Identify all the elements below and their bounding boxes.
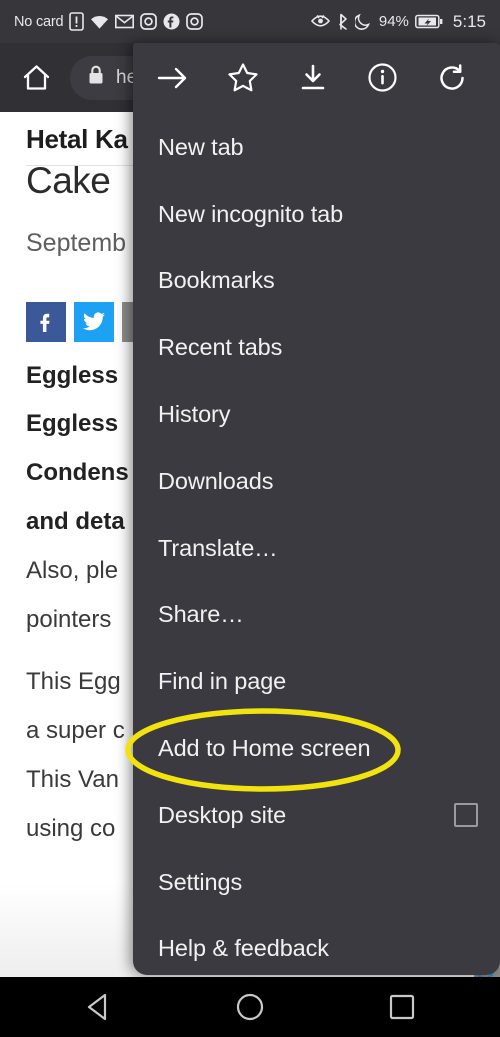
status-bar: No card 94% 5:15 (0, 0, 500, 43)
menu-item-new-incognito-tab[interactable]: New incognito tab (133, 181, 500, 248)
facebook-icon (163, 13, 180, 30)
reload-icon[interactable] (426, 52, 478, 104)
android-navigation-bar (0, 977, 500, 1037)
menu-item-list: New tab New incognito tab Bookmarks Rece… (133, 112, 500, 975)
clock-label: 5:15 (452, 11, 486, 31)
menu-item-desktop-site[interactable]: Desktop site (133, 782, 500, 849)
email-icon (115, 14, 135, 29)
back-triangle-icon (87, 993, 107, 1021)
status-bar-left: No card (14, 12, 204, 31)
android-back-button[interactable] (62, 977, 134, 1037)
menu-item-label: Add to Home screen (158, 735, 371, 762)
forward-icon[interactable] (147, 52, 199, 104)
status-bar-right: 94% 5:15 (310, 12, 486, 32)
home-circle-icon (236, 993, 264, 1021)
eye-comfort-icon (310, 14, 331, 29)
sim-alert-icon (69, 12, 85, 31)
instagram-icon (186, 13, 204, 30)
facebook-share-button[interactable] (26, 301, 66, 342)
menu-item-label: Recent tabs (158, 334, 283, 361)
menu-item-label: Settings (158, 868, 243, 895)
bluetooth-icon (337, 13, 349, 31)
battery-icon (414, 14, 443, 29)
instagram-icon (140, 13, 158, 30)
menu-item-add-to-home-screen[interactable]: Add to Home screen (133, 715, 500, 782)
menu-item-recent-tabs[interactable]: Recent tabs (133, 314, 500, 381)
download-icon[interactable] (287, 52, 339, 104)
menu-item-label: Help & feedback (158, 935, 329, 962)
menu-item-label: New tab (158, 133, 244, 160)
menu-item-help-and-feedback[interactable]: Help & feedback (133, 916, 500, 975)
browser-overflow-menu: New tab New incognito tab Bookmarks Rece… (133, 43, 500, 975)
menu-item-label: Desktop site (158, 801, 287, 828)
menu-item-bookmarks[interactable]: Bookmarks (133, 248, 500, 315)
menu-item-find-in-page[interactable]: Find in page (133, 648, 500, 715)
menu-item-label: Downloads (158, 467, 274, 494)
menu-item-label: Bookmarks (158, 267, 275, 294)
lock-icon (86, 64, 106, 91)
menu-item-downloads[interactable]: Downloads (133, 448, 500, 515)
twitter-bird-icon (83, 311, 105, 330)
menu-item-history[interactable]: History (133, 381, 500, 448)
phone-screen: No card 94% 5:15 he Hetal Ka Cake Septem… (0, 0, 500, 1037)
wifi-icon (90, 13, 109, 30)
menu-item-label: New incognito tab (158, 200, 344, 227)
menu-item-label: Translate… (158, 534, 278, 561)
bookmark-star-icon[interactable] (217, 52, 269, 104)
battery-percent-label: 94% (378, 13, 409, 30)
page-info-icon[interactable] (356, 52, 408, 104)
menu-item-share[interactable]: Share… (133, 582, 500, 649)
menu-item-label: History (158, 401, 231, 428)
android-recents-button[interactable] (366, 977, 438, 1037)
menu-item-new-tab[interactable]: New tab (133, 114, 500, 181)
menu-item-settings[interactable]: Settings (133, 849, 500, 916)
desktop-site-checkbox[interactable] (454, 803, 478, 828)
android-home-button[interactable] (214, 977, 286, 1037)
carrier-label: No card (14, 13, 64, 30)
menu-icon-row (133, 43, 500, 112)
menu-item-translate[interactable]: Translate… (133, 515, 500, 582)
twitter-share-button[interactable] (74, 301, 114, 342)
menu-item-label: Find in page (158, 668, 287, 695)
recents-square-icon (389, 994, 415, 1020)
do-not-disturb-moon-icon (354, 13, 371, 30)
menu-item-label: Share… (158, 601, 244, 628)
home-icon[interactable] (12, 54, 60, 102)
